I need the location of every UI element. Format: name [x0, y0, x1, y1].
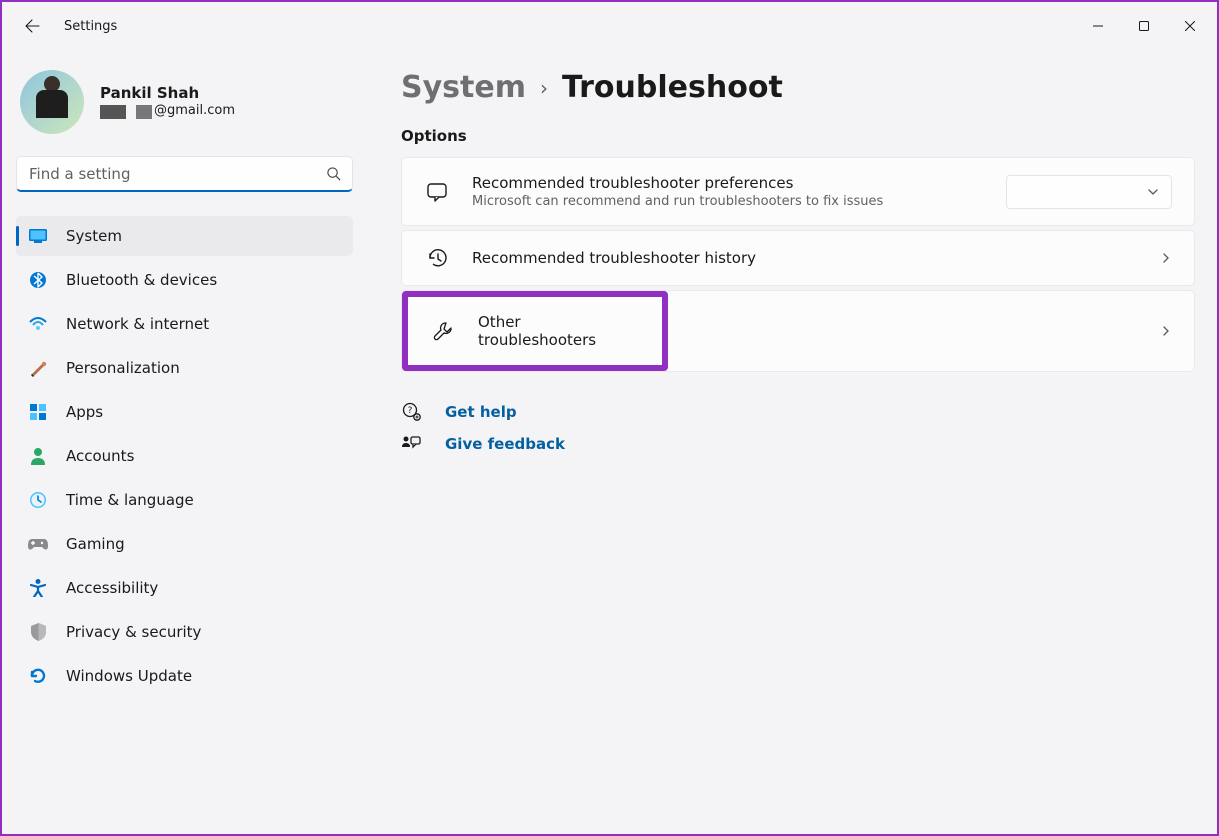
- chevron-right-icon: [1160, 322, 1172, 341]
- window-controls: [1075, 10, 1213, 42]
- feedback-icon: [401, 435, 421, 453]
- minimize-button[interactable]: [1075, 10, 1121, 42]
- help-links: ? Get help Give feedback: [401, 402, 1195, 453]
- section-title: Options: [401, 127, 1195, 145]
- redacted-block: [100, 105, 126, 119]
- breadcrumb: System › Troubleshoot: [401, 70, 1195, 105]
- give-feedback-link[interactable]: Give feedback: [401, 435, 1195, 453]
- option-title: Recommended troubleshooter history: [472, 249, 1138, 267]
- sidebar-item-gaming[interactable]: Gaming: [16, 524, 353, 564]
- sidebar-item-label: Accounts: [66, 447, 134, 465]
- sidebar-item-label: Apps: [66, 403, 103, 421]
- help-link-label: Get help: [445, 403, 517, 421]
- chevron-right-icon: [1160, 249, 1172, 268]
- sidebar-item-system[interactable]: System: [16, 216, 353, 256]
- wrench-icon: [430, 320, 456, 342]
- profile-block[interactable]: Pankil Shah @gmail.com: [16, 70, 353, 134]
- chat-icon: [424, 181, 450, 203]
- sidebar-item-bluetooth[interactable]: Bluetooth & devices: [16, 260, 353, 300]
- redacted-block: [136, 105, 152, 119]
- apps-icon: [28, 402, 48, 422]
- nav: System Bluetooth & devices Network & int…: [16, 216, 353, 696]
- time-icon: [28, 490, 48, 510]
- accessibility-icon: [28, 578, 48, 598]
- sidebar-item-privacy[interactable]: Privacy & security: [16, 612, 353, 652]
- gaming-icon: [28, 534, 48, 554]
- sidebar-item-label: Gaming: [66, 535, 125, 553]
- sidebar-item-update[interactable]: Windows Update: [16, 656, 353, 696]
- sidebar-item-label: Personalization: [66, 359, 180, 377]
- sidebar-item-label: Time & language: [66, 491, 194, 509]
- option-troubleshooter-history[interactable]: Recommended troubleshooter history: [401, 230, 1195, 286]
- close-icon: [1185, 21, 1195, 31]
- help-link-label: Give feedback: [445, 435, 565, 453]
- search-icon: [326, 166, 341, 185]
- sidebar-item-label: Accessibility: [66, 579, 158, 597]
- sidebar-item-accounts[interactable]: Accounts: [16, 436, 353, 476]
- chevron-right-icon: ›: [540, 76, 548, 100]
- maximize-button[interactable]: [1121, 10, 1167, 42]
- window-title: Settings: [64, 19, 117, 34]
- system-icon: [28, 226, 48, 246]
- search-box[interactable]: [16, 156, 353, 192]
- chevron-down-icon: [1147, 186, 1159, 198]
- maximize-icon: [1139, 21, 1149, 31]
- close-button[interactable]: [1167, 10, 1213, 42]
- option-title: Recommended troubleshooter preferences: [472, 174, 984, 192]
- title-bar: Settings: [2, 2, 1217, 50]
- page-title: Troubleshoot: [562, 70, 783, 105]
- option-subtitle: Microsoft can recommend and run troubles…: [472, 194, 984, 209]
- option-other-troubleshooters[interactable]: Other troubleshooters: [401, 290, 1195, 372]
- sidebar-item-accessibility[interactable]: Accessibility: [16, 568, 353, 608]
- minimize-icon: [1093, 21, 1103, 31]
- sidebar-item-network[interactable]: Network & internet: [16, 304, 353, 344]
- svg-text:?: ?: [407, 406, 412, 416]
- back-button[interactable]: [22, 16, 42, 36]
- option-recommended-preferences[interactable]: Recommended troubleshooter preferences M…: [401, 157, 1195, 226]
- back-arrow-icon: [24, 18, 40, 34]
- help-icon: ?: [401, 402, 421, 421]
- privacy-icon: [28, 622, 48, 642]
- history-icon: [424, 247, 450, 269]
- sidebar-item-personalization[interactable]: Personalization: [16, 348, 353, 388]
- search-input[interactable]: [16, 156, 353, 192]
- sidebar-item-apps[interactable]: Apps: [16, 392, 353, 432]
- sidebar-item-label: Privacy & security: [66, 623, 201, 641]
- highlight-box: Other troubleshooters: [402, 291, 668, 371]
- accounts-icon: [28, 446, 48, 466]
- option-title: Other troubleshooters: [478, 313, 640, 349]
- personalization-icon: [28, 358, 48, 378]
- update-icon: [28, 666, 48, 686]
- breadcrumb-parent[interactable]: System: [401, 70, 526, 105]
- sidebar: Pankil Shah @gmail.com System Blu: [2, 50, 367, 834]
- sidebar-item-label: Network & internet: [66, 315, 209, 333]
- avatar: [20, 70, 84, 134]
- get-help-link[interactable]: ? Get help: [401, 402, 1195, 421]
- profile-email: @gmail.com: [100, 103, 235, 120]
- sidebar-item-label: System: [66, 227, 122, 245]
- preferences-dropdown[interactable]: [1006, 175, 1172, 209]
- profile-name: Pankil Shah: [100, 84, 235, 104]
- network-icon: [28, 314, 48, 334]
- bluetooth-icon: [28, 270, 48, 290]
- main-content: System › Troubleshoot Options Recommende…: [367, 50, 1217, 834]
- sidebar-item-label: Bluetooth & devices: [66, 271, 217, 289]
- sidebar-item-label: Windows Update: [66, 667, 192, 685]
- sidebar-item-time[interactable]: Time & language: [16, 480, 353, 520]
